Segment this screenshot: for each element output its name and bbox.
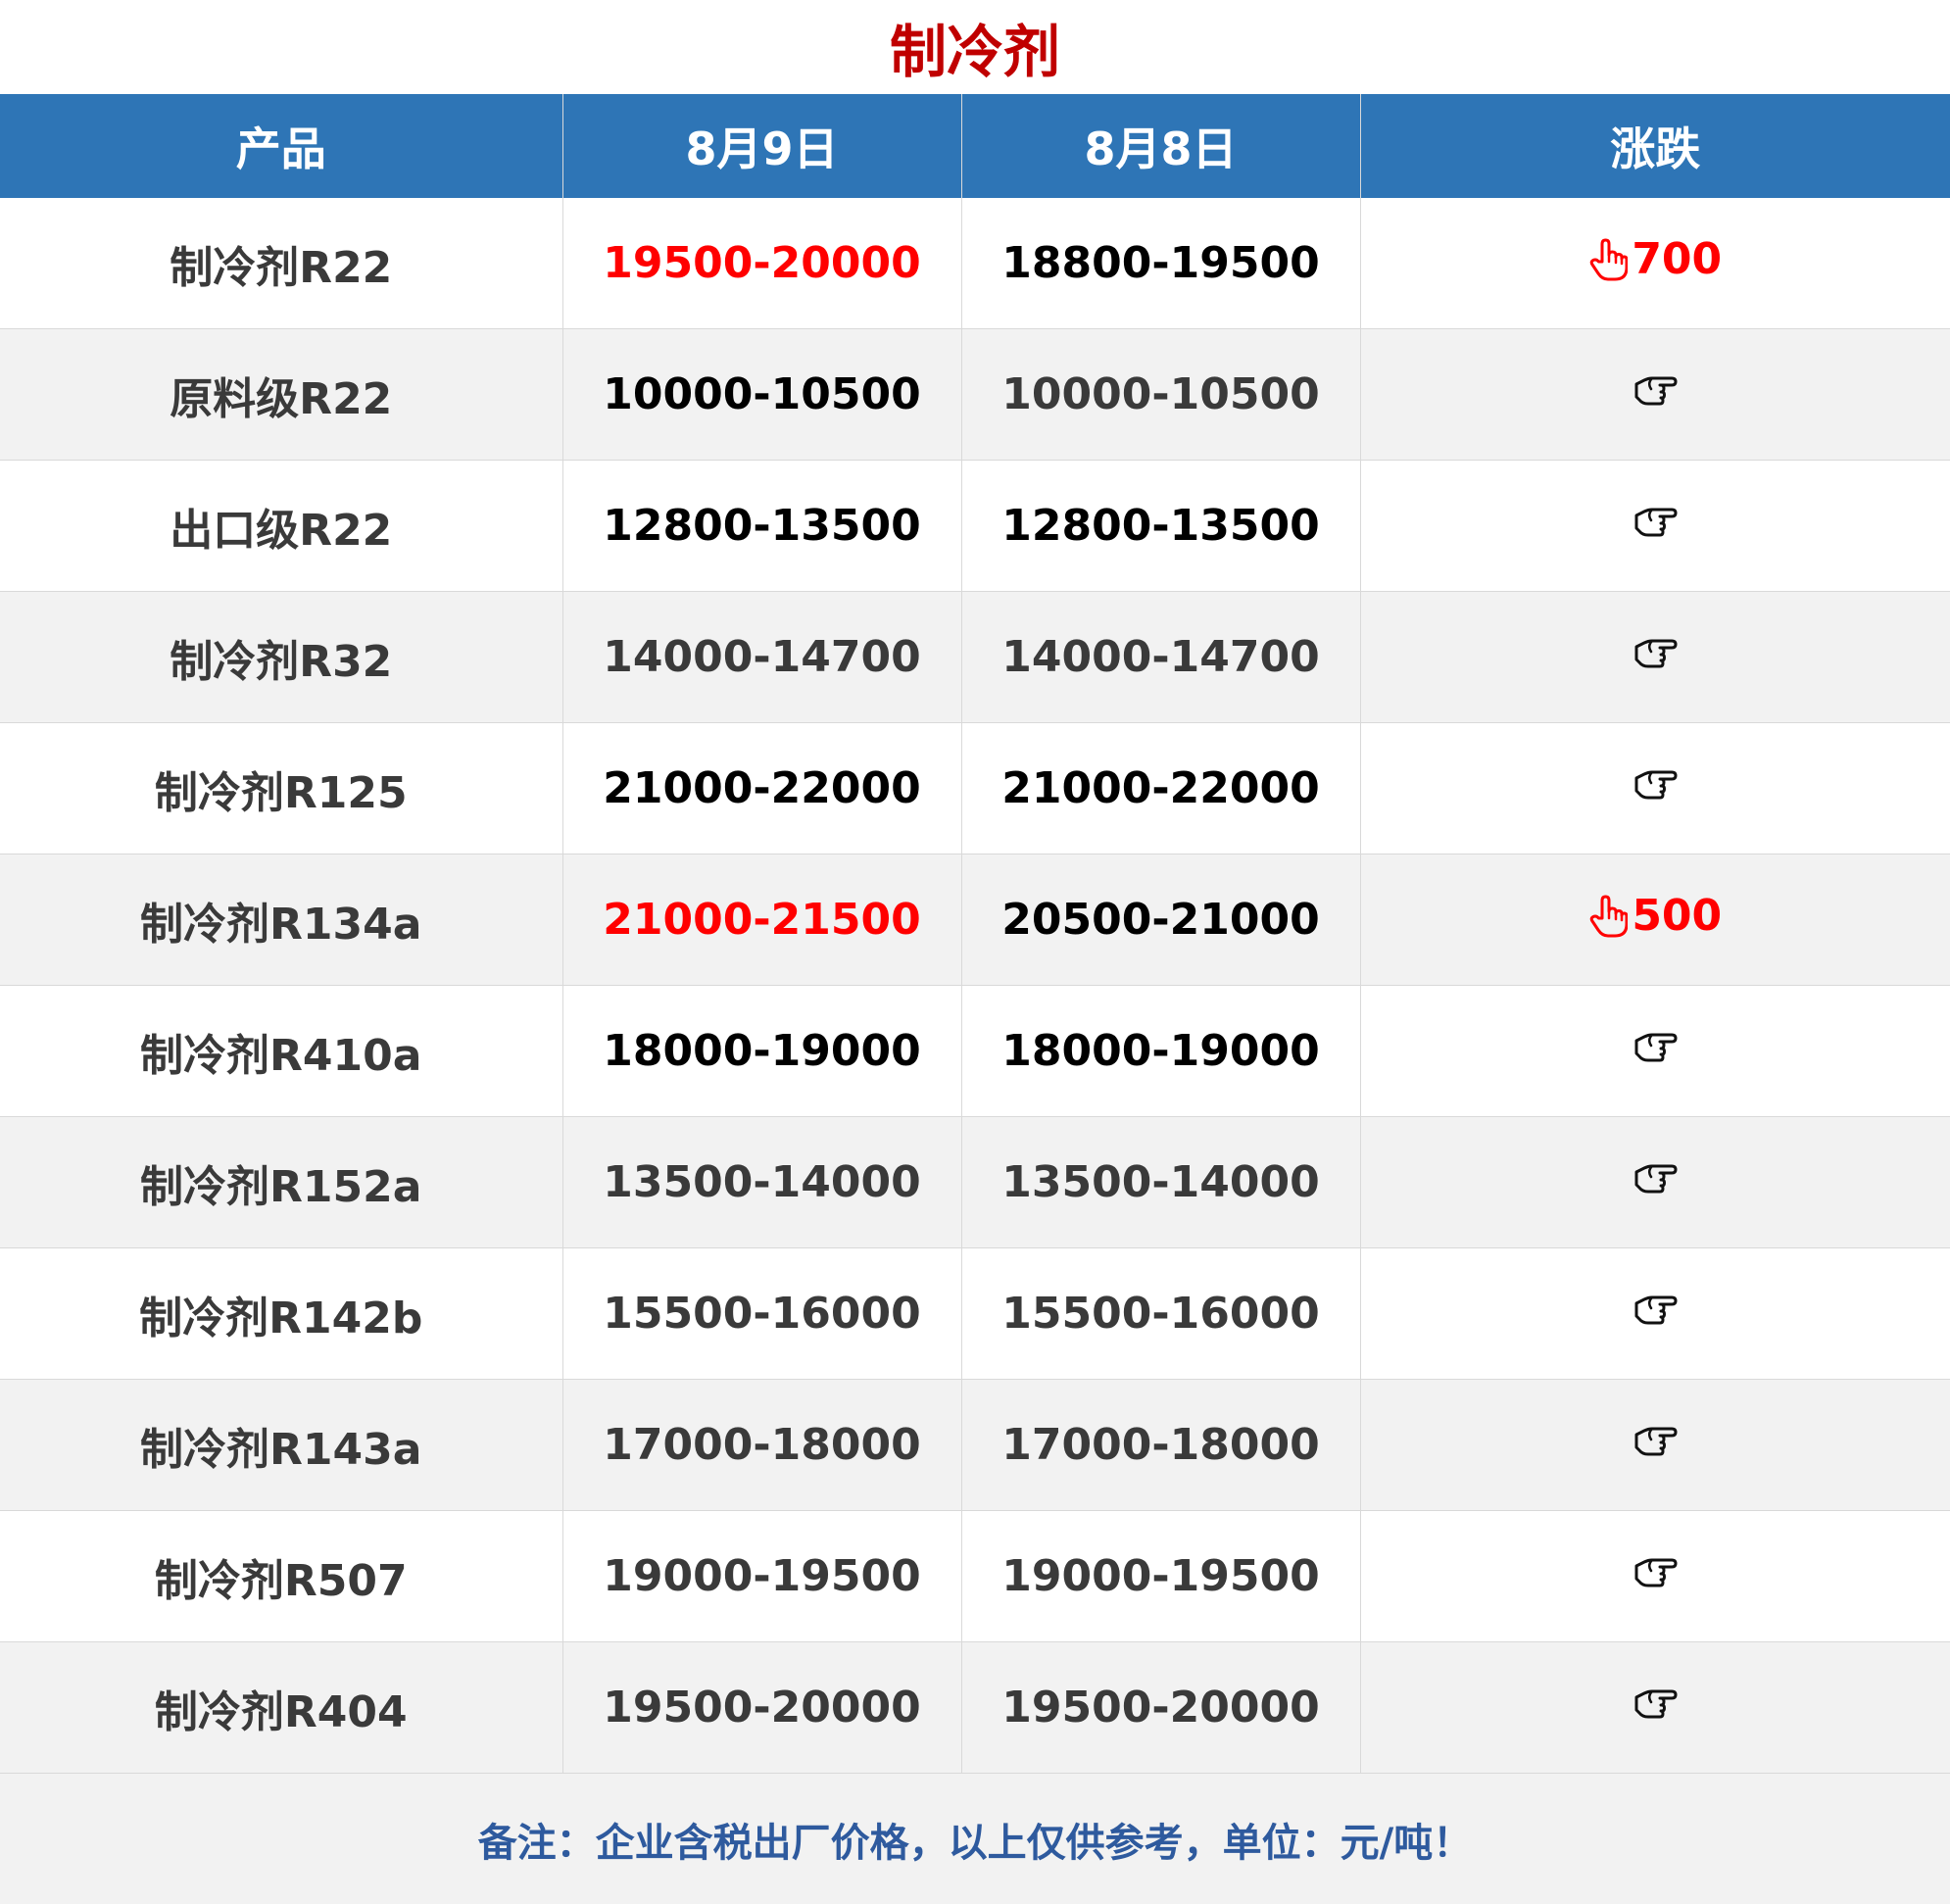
price-today: 15500-16000 — [562, 1248, 961, 1380]
price-today: 13500-14000 — [562, 1117, 961, 1248]
price-today: 21000-22000 — [562, 723, 961, 854]
price-yesterday: 17000-18000 — [961, 1380, 1360, 1511]
hand-pointing-right-icon — [1633, 1026, 1678, 1065]
product-name: 制冷剂R410a — [0, 986, 562, 1117]
change-indicator — [1633, 1551, 1678, 1590]
column-header-yesterday: 8月8日 — [961, 94, 1360, 198]
table-row: 制冷剂R3214000-1470014000-14700 — [0, 592, 1950, 723]
product-name: 制冷剂R125 — [0, 723, 562, 854]
hand-pointing-right-icon — [1633, 763, 1678, 803]
price-change — [1360, 1380, 1950, 1511]
price-yesterday: 18800-19500 — [961, 198, 1360, 329]
product-name: 出口级R22 — [0, 461, 562, 592]
change-value: 500 — [1632, 891, 1722, 941]
header-row: 产品 8月9日 8月8日 涨跌 — [0, 94, 1950, 198]
price-yesterday: 14000-14700 — [961, 592, 1360, 723]
table-row: 出口级R2212800-1350012800-13500 — [0, 461, 1950, 592]
change-indicator — [1633, 1026, 1678, 1065]
table-row: 制冷剂R152a13500-1400013500-14000 — [0, 1117, 1950, 1248]
price-change — [1360, 1642, 1950, 1774]
price-today: 19500-20000 — [562, 198, 961, 329]
price-yesterday: 10000-10500 — [961, 329, 1360, 461]
hand-pointing-right-icon — [1633, 1420, 1678, 1459]
price-change — [1360, 592, 1950, 723]
column-header-today: 8月9日 — [562, 94, 961, 198]
hand-pointing-up-icon — [1588, 238, 1628, 281]
page-title: 制冷剂 — [0, 0, 1950, 94]
table-row: 制冷剂R50719000-1950019000-19500 — [0, 1511, 1950, 1642]
price-change — [1360, 723, 1950, 854]
table-row: 制冷剂R12521000-2200021000-22000 — [0, 723, 1950, 854]
footnote-row: 备注：企业含税出厂价格，以上仅供参考，单位：元/吨！ — [0, 1774, 1950, 1904]
table-row: 制冷剂R142b15500-1600015500-16000 — [0, 1248, 1950, 1380]
price-change — [1360, 1117, 1950, 1248]
price-today: 10000-10500 — [562, 329, 961, 461]
price-today: 19500-20000 — [562, 1642, 961, 1774]
change-indicator — [1633, 1157, 1678, 1196]
price-today: 19000-19500 — [562, 1511, 961, 1642]
product-name: 制冷剂R32 — [0, 592, 562, 723]
product-name: 制冷剂R142b — [0, 1248, 562, 1380]
price-yesterday: 13500-14000 — [961, 1117, 1360, 1248]
table-footer: 备注：企业含税出厂价格，以上仅供参考，单位：元/吨！ — [0, 1774, 1950, 1904]
price-yesterday: 18000-19000 — [961, 986, 1360, 1117]
price-today: 12800-13500 — [562, 461, 961, 592]
table-header: 产品 8月9日 8月8日 涨跌 — [0, 94, 1950, 198]
change-indicator — [1633, 1420, 1678, 1459]
change-indicator — [1633, 632, 1678, 671]
product-name: 制冷剂R134a — [0, 854, 562, 986]
product-name: 制冷剂R507 — [0, 1511, 562, 1642]
price-change — [1360, 1511, 1950, 1642]
price-change: 700 — [1360, 198, 1950, 329]
price-change: 500 — [1360, 854, 1950, 986]
hand-pointing-right-icon — [1633, 369, 1678, 409]
change-indicator: 500 — [1588, 891, 1722, 941]
price-today: 21000-21500 — [562, 854, 961, 986]
price-today: 14000-14700 — [562, 592, 961, 723]
column-header-change: 涨跌 — [1360, 94, 1950, 198]
price-yesterday: 19500-20000 — [961, 1642, 1360, 1774]
price-change — [1360, 461, 1950, 592]
footnote: 备注：企业含税出厂价格，以上仅供参考，单位：元/吨！ — [0, 1774, 1950, 1904]
hand-pointing-right-icon — [1633, 1551, 1678, 1590]
table-row: 制冷剂R134a21000-2150020500-21000 500 — [0, 854, 1950, 986]
price-change — [1360, 329, 1950, 461]
hand-pointing-right-icon — [1633, 632, 1678, 671]
table-body: 制冷剂R2219500-2000018800-19500700原料级R22100… — [0, 198, 1950, 1774]
product-name: 制冷剂R152a — [0, 1117, 562, 1248]
product-name: 制冷剂R22 — [0, 198, 562, 329]
table-row: 原料级R2210000-1050010000-10500 — [0, 329, 1950, 461]
product-name: 制冷剂R404 — [0, 1642, 562, 1774]
change-indicator — [1633, 369, 1678, 409]
change-value: 700 — [1632, 234, 1722, 284]
price-table: 产品 8月9日 8月8日 涨跌 制冷剂R2219500-2000018800-1… — [0, 94, 1950, 1904]
change-indicator — [1633, 1683, 1678, 1722]
table-row: 制冷剂R40419500-2000019500-20000 — [0, 1642, 1950, 1774]
change-indicator: 700 — [1588, 234, 1722, 284]
price-yesterday: 15500-16000 — [961, 1248, 1360, 1380]
price-yesterday: 19000-19500 — [961, 1511, 1360, 1642]
product-name: 原料级R22 — [0, 329, 562, 461]
price-yesterday: 21000-22000 — [961, 723, 1360, 854]
table-row: 制冷剂R410a18000-1900018000-19000 — [0, 986, 1950, 1117]
hand-pointing-right-icon — [1633, 1683, 1678, 1722]
table-row: 制冷剂R2219500-2000018800-19500 700 — [0, 198, 1950, 329]
price-today: 17000-18000 — [562, 1380, 961, 1511]
change-indicator — [1633, 501, 1678, 540]
change-indicator — [1633, 763, 1678, 803]
column-header-product: 产品 — [0, 94, 562, 198]
change-indicator — [1633, 1289, 1678, 1328]
price-change — [1360, 1248, 1950, 1380]
price-today: 18000-19000 — [562, 986, 961, 1117]
hand-pointing-up-icon — [1588, 895, 1628, 938]
hand-pointing-right-icon — [1633, 1157, 1678, 1196]
price-yesterday: 12800-13500 — [961, 461, 1360, 592]
hand-pointing-right-icon — [1633, 501, 1678, 540]
hand-pointing-right-icon — [1633, 1289, 1678, 1328]
table-row: 制冷剂R143a17000-1800017000-18000 — [0, 1380, 1950, 1511]
product-name: 制冷剂R143a — [0, 1380, 562, 1511]
price-yesterday: 20500-21000 — [961, 854, 1360, 986]
price-change — [1360, 986, 1950, 1117]
